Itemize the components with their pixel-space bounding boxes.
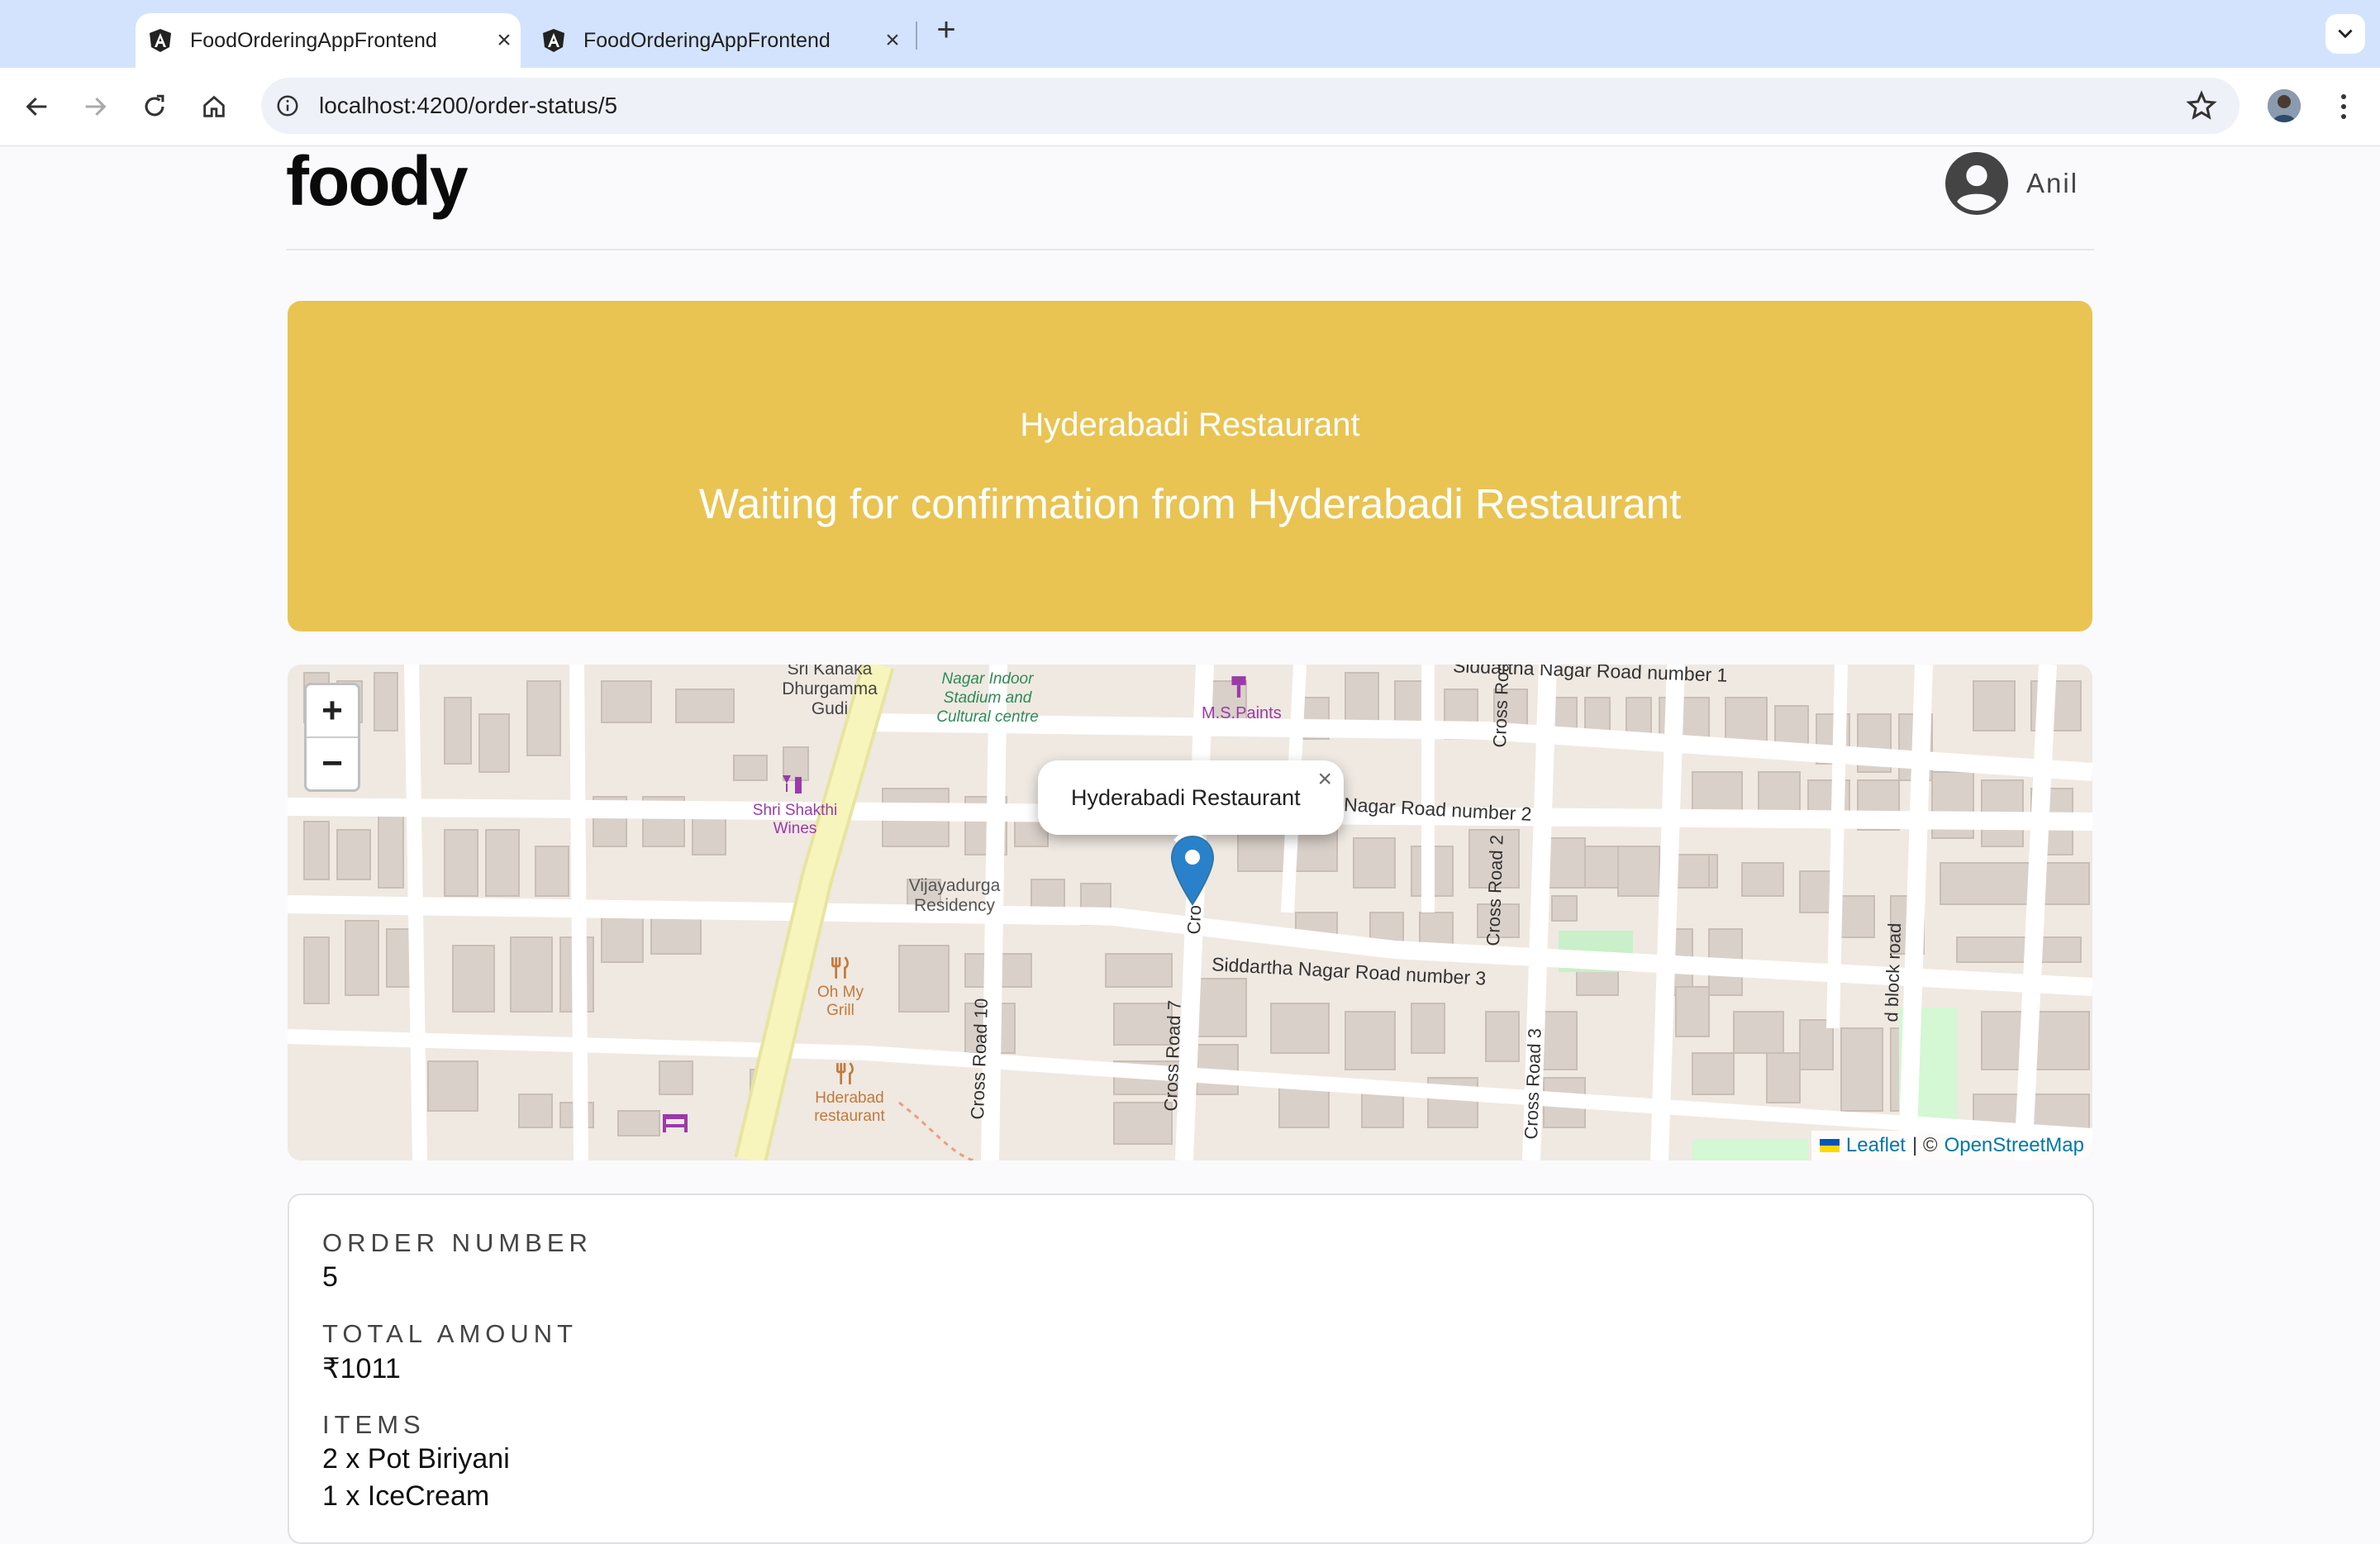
angular-icon [543,29,564,52]
order-number-label: ORDER NUMBER [322,1228,593,1257]
tab-separator [916,21,917,50]
total-amount-label: TOTAL AMOUNT [322,1319,578,1348]
map-attribution: Leaflet | © OpenStreetMap [1811,1131,2092,1160]
map-label: Cross Road 10 [967,998,992,1120]
order-item: 2 x Pot Biriyani [322,1443,510,1475]
map-label: M.S.Paints [1202,704,1282,722]
items-label: ITEMS [322,1410,426,1439]
reload-icon [145,94,164,117]
map-marker-icon[interactable] [1170,835,1215,906]
tab-title: FoodOrderingAppFrontend [583,28,831,52]
zoom-out-button[interactable]: − [307,738,358,789]
map-label: d block road [1881,922,1906,1022]
site-info-icon[interactable] [271,89,304,122]
browser-toolbar: localhost:4200/order-status/5 [0,68,2380,146]
map-label: Hderabad restaurant [814,1089,885,1125]
restaurant-poi-icon [831,956,849,979]
more-vert-icon [2341,94,2346,119]
map-label: Cro [1183,904,1206,935]
osm-link[interactable]: OpenStreetMap [1944,1134,2084,1157]
tab-title: FoodOrderingAppFrontend [190,28,437,52]
map-label: Nagar Indoor Stadium and Cultural centre [936,670,1039,726]
browser-tab-active[interactable]: FoodOrderingAppFrontend × [136,13,521,68]
map-label: Sri Kanaka Dhurgamma Gudi [782,665,878,718]
popup-text: Hyderabadi Restaurant [1071,785,1301,810]
user-menu[interactable]: Anil [1945,152,2078,215]
profile-photo-icon [2268,89,2301,122]
ukraine-flag-icon [1819,1139,1840,1152]
map-label: Oh My Grill [817,984,864,1019]
order-status-banner: Hyderabadi Restaurant Waiting for confir… [288,301,2092,631]
restaurant-poi-icon [836,1062,854,1084]
new-tab-button[interactable]: + [930,12,963,49]
order-number-value: 5 [322,1261,338,1293]
back-button[interactable] [17,86,58,127]
address-bar[interactable]: localhost:4200/order-status/5 [261,78,2240,134]
lodging-poi-icon [663,1114,688,1132]
chevron-down-icon [2338,29,2353,39]
arrow-left-icon [26,97,47,117]
map-zoom-control: + − [304,683,360,792]
forward-button[interactable] [74,86,116,127]
map-label: Cross Road 7 [1160,999,1185,1112]
popup-close-button[interactable]: × [1317,765,1332,793]
browser-menu-button[interactable] [2329,86,2359,127]
home-button[interactable] [193,86,235,127]
map-label: Vijayadurga Residency [908,876,1001,915]
brand-logo[interactable]: foody [286,141,469,222]
tab-search-button[interactable] [2325,14,2365,54]
reload-button[interactable] [134,86,175,127]
home-icon [203,95,225,117]
order-details-card: ORDER NUMBER 5 TOTAL AMOUNT ₹1011 ITEMS … [288,1194,2094,1544]
url-text: localhost:4200/order-status/5 [319,93,618,118]
tab-close-icon[interactable]: × [488,26,521,55]
map-label: Cross Road 3 [1521,1027,1545,1140]
wine-poi-icon [783,775,802,793]
total-amount-value: ₹1011 [322,1353,401,1384]
leaflet-link[interactable]: Leaflet [1846,1134,1906,1157]
bookmark-star-icon[interactable] [2185,89,2218,122]
map-popup: Hyderabadi Restaurant × [1038,760,1344,856]
restaurant-name: Hyderabadi Restaurant [1020,407,1360,443]
order-item: 1 x IceCream [322,1480,490,1512]
profile-avatar[interactable] [2268,89,2301,122]
zoom-in-button[interactable]: + [307,685,358,738]
browser-tab-bar: FoodOrderingAppFrontend × FoodOrderingAp… [0,0,2380,68]
arrow-right-icon [85,97,107,117]
shop-poi-icon [1231,676,1246,698]
map-label: Shri Shakthi Wines [752,802,838,837]
page-content: foody Anil Hyderabadi Restaurant Waiting… [0,142,2380,1544]
attribution-separator: | © [1911,1134,1938,1156]
user-name: Anil [2026,168,2079,198]
map-label: Cross Road 1 [1489,665,1514,748]
header-divider [286,249,2094,250]
browser-tab[interactable]: FoodOrderingAppFrontend × [529,13,909,68]
angular-icon [150,29,171,52]
map-label: Cross Road 2 [1483,834,1507,946]
status-message: Waiting for confirmation from Hyderabadi… [698,480,1682,527]
account-circle-icon [1945,152,2008,215]
restaurant-map[interactable]: Siddartha Nagar Road number 1 Nagar Road… [288,665,2092,1160]
tab-close-icon[interactable]: × [876,26,909,55]
